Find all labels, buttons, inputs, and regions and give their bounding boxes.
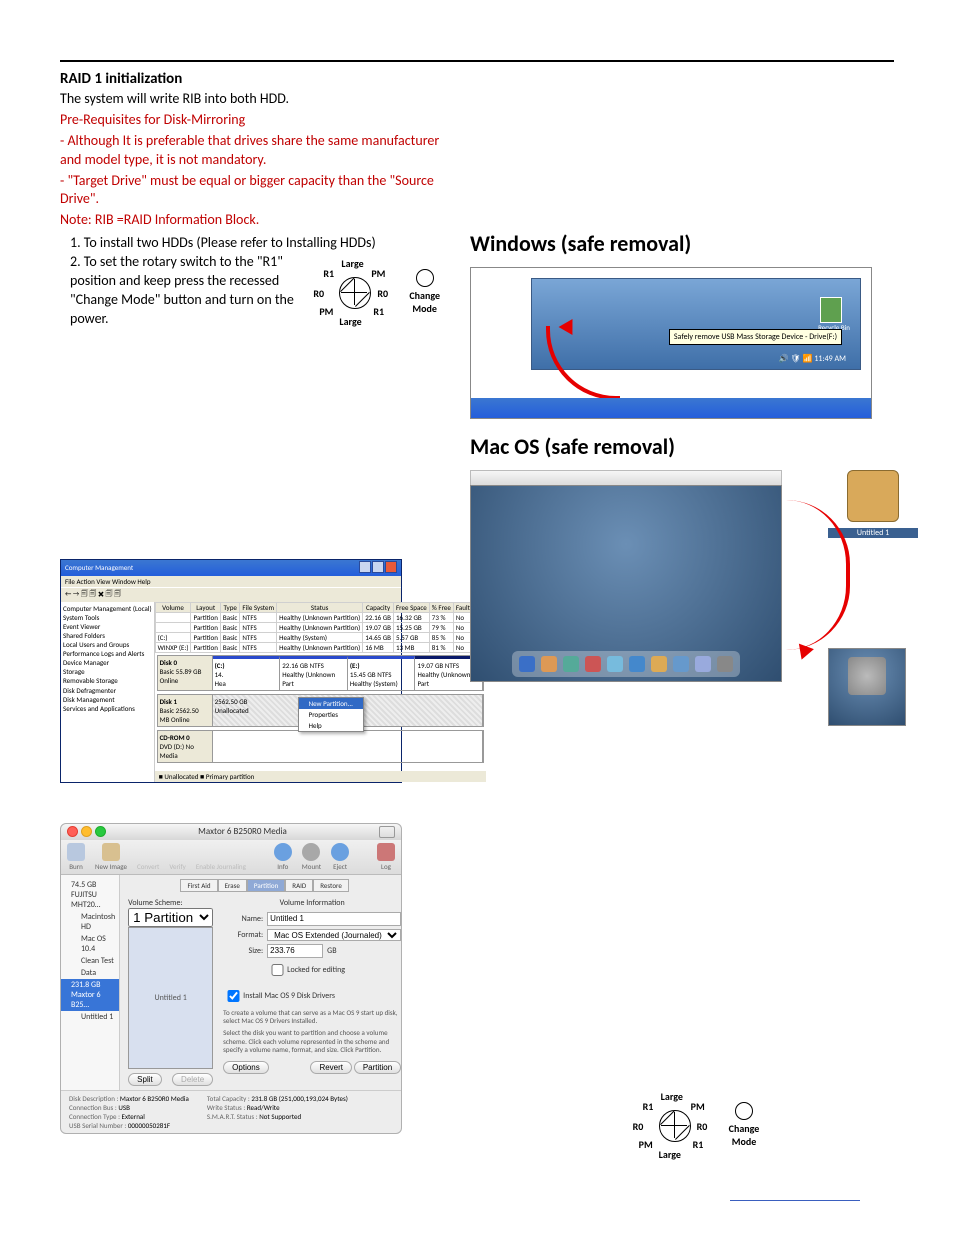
cm-window-controls: [358, 561, 397, 575]
rotary-large-bottom: Large: [339, 315, 361, 329]
prereq-heading: Pre-Requisites for Disk-Mirroring: [60, 111, 440, 130]
cm-menu: File Action View Window Help: [61, 576, 401, 587]
du-toolbar: Burn New Image Convert Verify Enable Jou…: [61, 840, 401, 875]
rotary-pm-bl: PM: [319, 305, 333, 319]
cm-legend: ■ Unallocated ■ Primary partition: [155, 771, 486, 782]
du-format-select[interactable]: Mac OS Extended (Journaled): [267, 929, 401, 941]
cm-volume-table: Volume Layout Type File System Status Ca…: [155, 602, 486, 653]
rotary-r0-l: R0: [313, 287, 324, 301]
mac-safe-removal-screenshot: Untitled 1: [470, 470, 918, 726]
section-title: RAID 1 initialization: [60, 70, 440, 88]
du-sidebar: 74.5 GB FUJITSU MHT20… Macintosh HD Mac …: [61, 875, 120, 1090]
du-options-button[interactable]: Options: [223, 1061, 269, 1074]
mac-drive-icon: [847, 470, 899, 522]
rotary-r0-r: R0: [377, 287, 388, 301]
rotary-diagram: Large R1 PM R0 R0 PM R1 Large: [309, 257, 440, 327]
intro-text: The system will write RIB into both HDD.: [60, 90, 440, 109]
tray-clock: 🔊 🛡 📶 11:49 AM: [779, 354, 846, 364]
rotary-large-top: Large: [341, 257, 363, 271]
computer-management-screenshot: Computer Management File Action View Win…: [60, 559, 402, 783]
prereq-1: - Although It is preferable that drives …: [60, 132, 440, 170]
rib-note: Note: RIB =RAID Information Block.: [60, 211, 440, 230]
du-split-button[interactable]: Split: [128, 1073, 162, 1086]
disk-utility-screenshot: Maxtor 6 B250R0 Media Burn New Image Con…: [60, 823, 402, 1134]
du-os9-checkbox[interactable]: [227, 990, 240, 1002]
du-tabs: First Aid Erase Partition RAID Restore: [128, 879, 401, 892]
step-2: 2. To set the rotary switch to the "R1" …: [70, 253, 299, 329]
recycle-bin-icon: [820, 297, 842, 323]
du-revert-button[interactable]: Revert: [310, 1061, 352, 1074]
du-partition-bar: Untitled 1: [128, 927, 213, 1069]
cm-context-menu: New Partition... Properties Help: [298, 697, 364, 732]
rotary-r1-tl: R1: [323, 267, 334, 281]
du-locked-checkbox[interactable]: [271, 964, 284, 976]
mac-dock: [512, 651, 740, 677]
step-1: 1. To install two HDDs (Please refer to …: [70, 234, 440, 253]
rotary-r1-br: R1: [373, 305, 384, 319]
rotary-diagram-2: Large R1 PM R0 R0 PM R1 Large: [629, 1090, 760, 1160]
du-partition-button[interactable]: Partition: [354, 1061, 401, 1074]
du-title: Maxtor 6 B250R0 Media: [109, 826, 376, 837]
du-delete-button[interactable]: Delete: [172, 1073, 213, 1086]
du-footer: Disk Description : Maxtor 6 B250R0 Media…: [61, 1090, 401, 1133]
cm-tree: Computer Management (Local) System Tools…: [61, 602, 155, 782]
blank-link-line: [730, 1200, 860, 1201]
prereq-2: - "Target Drive" must be equal or bigger…: [60, 172, 440, 210]
mac-safe-removal-heading: Mac OS (safe removal): [470, 433, 918, 460]
cm-toolbar: ← → 🗐 🗐 ✖ 🗐 🗐: [61, 587, 401, 602]
safe-remove-balloon: Safely remove USB Mass Storage Device - …: [669, 329, 842, 345]
change-mode-diagram: Change Mode: [409, 269, 440, 316]
du-name-input[interactable]: [267, 912, 401, 926]
du-scheme-select[interactable]: 1 Partition: [128, 908, 213, 927]
windows-safe-removal-heading: Windows (safe removal): [470, 230, 918, 257]
rotary-pm-tr: PM: [371, 267, 385, 281]
mac-trash-icon: [848, 657, 886, 695]
du-size-input[interactable]: [267, 944, 323, 958]
windows-safe-removal-screenshot: Recycle Bin Safely remove USB Mass Stora…: [470, 267, 872, 419]
cm-title: Computer Management: [65, 563, 133, 572]
